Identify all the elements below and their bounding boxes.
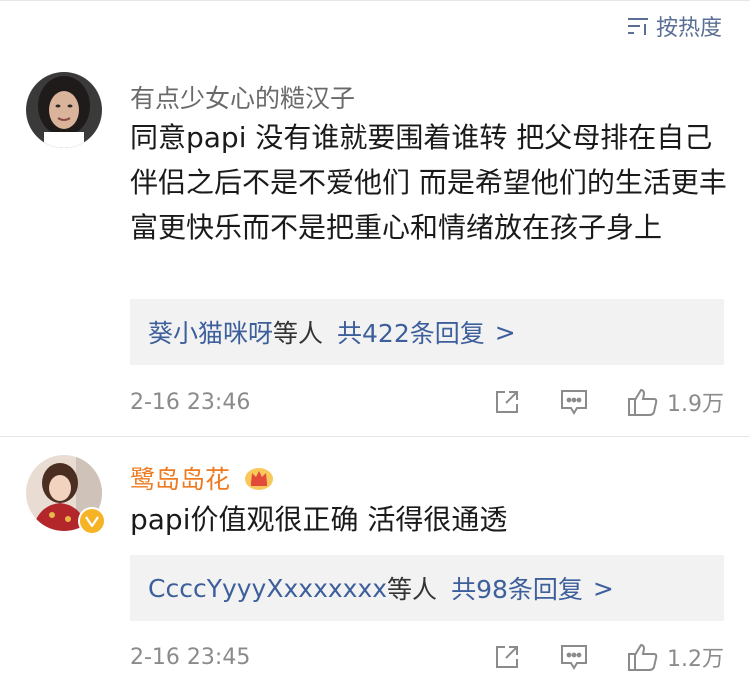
comment-text: papi价值观很正确 活得很通透 [130,503,508,536]
chevron-right-icon: > [494,317,516,347]
avatar[interactable] [26,72,102,148]
like-icon[interactable] [627,642,659,672]
reply-suffix: 等人 [273,319,324,348]
share-icon[interactable] [493,388,521,416]
reply-suffix: 等人 [387,575,438,604]
username-text[interactable]: 鹭岛岛花 [130,465,230,494]
comment-actions: 1.2万 [493,637,724,677]
comment-footer: 2-16 23:46 1.9万 [130,382,724,422]
comment-actions: 1.9万 [493,382,724,422]
chevron-right-icon: > [592,573,614,603]
verified-icon [78,507,106,535]
sort-icon [626,15,650,37]
reply-users[interactable]: 葵小猫咪呀 [148,314,273,350]
sort-toggle[interactable]: 按热度 [626,10,722,42]
comment-footer: 2-16 23:45 1.2万 [130,637,724,677]
reply-count[interactable]: 共422条回复 [337,314,485,350]
timestamp: 2-16 23:46 [130,389,251,415]
timestamp: 2-16 23:45 [130,644,251,670]
replies-preview[interactable]: 葵小猫咪呀 等人 共422条回复 > [130,299,724,365]
like-count: 1.9万 [667,392,724,417]
share-icon[interactable] [493,643,521,671]
top-divider [0,0,750,1]
replies-preview[interactable]: CcccYyyyXxxxxxxx 等人 共98条回复 > [130,555,724,621]
reply-users[interactable]: CcccYyyyXxxxxxxx [148,574,387,603]
like-icon[interactable] [627,387,659,417]
comment-divider [0,436,750,437]
reply-count[interactable]: 共98条回复 [451,570,583,606]
username[interactable]: 鹭岛岛花 [130,460,274,497]
comment-icon[interactable] [559,388,589,416]
like-count: 1.2万 [667,647,724,672]
crown-icon [244,465,274,497]
comment-text: 同意papi 没有谁就要围着谁转 把父母排在自己 伴侣之后不是不爱他们 而是希望… [130,121,727,244]
username[interactable]: 有点少女心的糙汉子 [130,79,355,115]
sort-label: 按热度 [655,16,722,41]
comment-icon[interactable] [559,643,589,671]
